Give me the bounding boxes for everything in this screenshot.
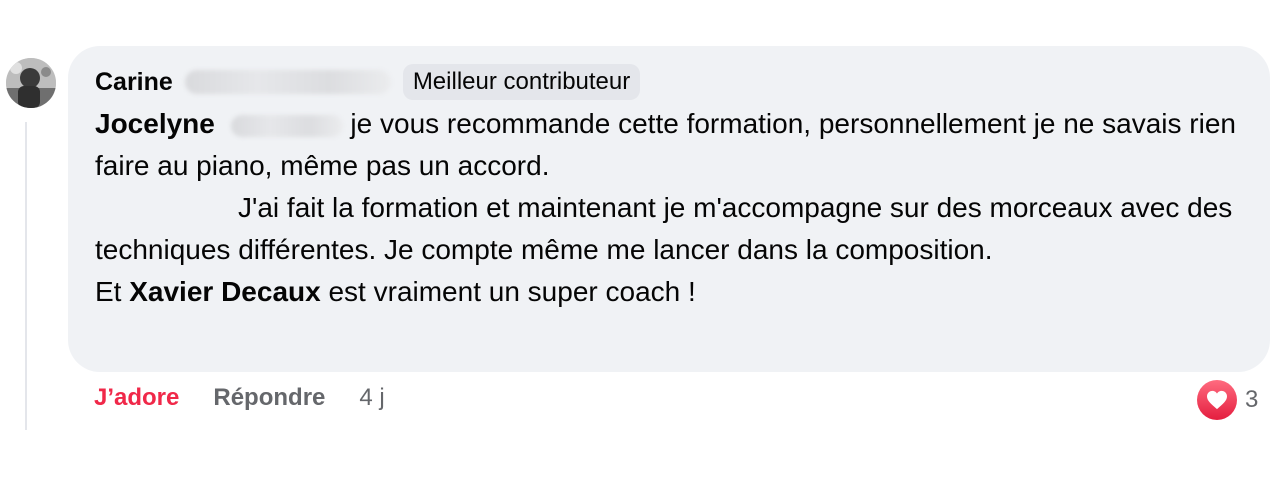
mention-jocelyne[interactable]: Jocelyne [95,108,215,139]
comment-text-3-prefix: Et [95,276,130,307]
comment-body: Jocelyne je vous recommande cette format… [95,103,1244,313]
reply-button[interactable]: Répondre [213,384,325,412]
reaction-count: 3 [1245,386,1259,413]
comment-header: Carine Meilleur contributeur [95,62,1244,102]
top-contributor-badge: Meilleur contributeur [402,64,641,100]
comment-bubble: Carine Meilleur contributeur Jocelyne je… [68,46,1270,372]
reaction-summary[interactable]: 3 [1197,380,1258,420]
comment-thread: Carine Meilleur contributeur Jocelyne je… [0,0,1280,480]
redacted-mention-surname [230,114,343,137]
comment-actions: J’adore Répondre 4 j [94,384,385,412]
heart-icon [1197,380,1237,420]
redacted-surname [184,70,391,94]
author-name[interactable]: Carine [95,68,173,97]
timestamp[interactable]: 4 j [359,384,384,412]
comment-text-2: J'ai fait la formation et maintenant je … [95,192,1233,265]
like-button[interactable]: J’adore [94,384,179,412]
comment-text-3-suffix: est vraiment un super coach ! [320,276,696,307]
avatar-photo-icon [6,58,56,108]
avatar[interactable] [6,58,56,108]
thread-line [25,122,27,430]
mention-coach[interactable]: Xavier Decaux [129,276,320,307]
